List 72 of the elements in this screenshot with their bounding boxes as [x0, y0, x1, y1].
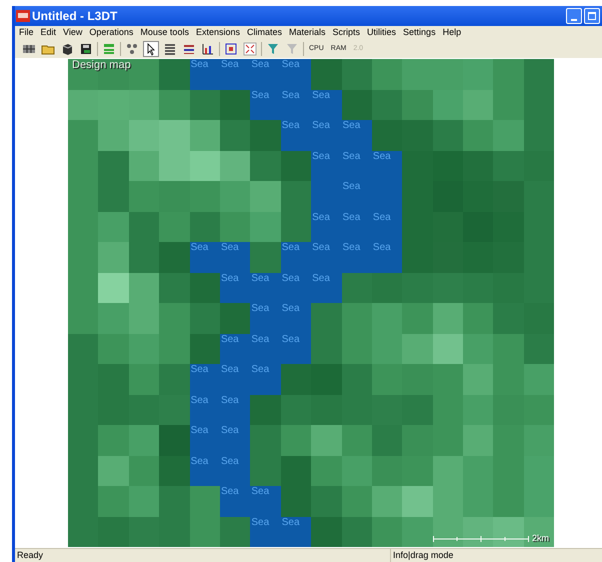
menu-item[interactable]: Scripts: [332, 26, 360, 40]
tile-label: Sea: [220, 272, 239, 284]
minimize-button[interactable]: [566, 8, 582, 24]
menu-item[interactable]: Operations: [89, 26, 134, 40]
funnel-icon[interactable]: [265, 41, 281, 57]
tile-label: Sea: [190, 394, 208, 406]
tile-label: Sea: [342, 212, 360, 224]
menu-item[interactable]: Materials: [289, 26, 326, 40]
tile-label: Sea: [342, 120, 360, 132]
tile-label: Sea: [251, 364, 270, 376]
tile-label: Sea: [312, 120, 330, 132]
tile-label: Sea: [282, 242, 300, 254]
mode-status: Info|drag mode: [390, 548, 454, 562]
chart-icon[interactable]: [200, 41, 216, 57]
disk-icon[interactable]: [78, 41, 94, 57]
tile-label: Sea: [220, 456, 239, 468]
tile-label: Sea: [251, 334, 270, 346]
tile-label: Sea: [342, 181, 360, 193]
tile-label: Sea: [312, 242, 330, 254]
menu-item[interactable]: File: [19, 26, 34, 40]
scale-label: 2km: [532, 532, 550, 545]
tile-label: Sea: [220, 364, 239, 376]
tile-label: Sea: [220, 486, 239, 498]
status-text: Ready: [16, 548, 44, 562]
menu-item[interactable]: Edit: [40, 26, 56, 40]
pointer-tool-button[interactable]: [143, 41, 159, 57]
menu-item[interactable]: Mouse tools: [140, 26, 189, 40]
tile-label: Sea: [282, 303, 300, 315]
tile-label: Sea: [282, 334, 300, 346]
zoom-region-icon[interactable]: [223, 41, 239, 57]
menu-item[interactable]: Settings: [403, 26, 436, 40]
tile-label: Sea: [251, 516, 270, 528]
tile-label: Sea: [251, 90, 270, 102]
app-icon: [16, 10, 30, 22]
menu-item[interactable]: View: [63, 26, 82, 40]
tile-label: Sea: [190, 242, 208, 254]
window-title: Untitled - L3DT: [32, 8, 118, 25]
tile-label: Sea: [372, 150, 391, 162]
tile-label: Sea: [312, 212, 330, 224]
tile-label: Sea: [220, 334, 239, 346]
maximize-button[interactable]: [584, 8, 600, 24]
tile-label: Sea: [282, 272, 300, 284]
tile-label: Sea: [190, 364, 208, 376]
map-title: Design map: [72, 59, 131, 72]
tile-label: Sea: [220, 425, 239, 437]
tile-label: Sea: [220, 242, 239, 254]
tile-label: Sea: [282, 59, 300, 71]
menu-item[interactable]: Help: [442, 26, 462, 40]
node-icon[interactable]: [124, 41, 140, 57]
tile-label: Sea: [372, 212, 391, 224]
tile-label: Sea: [342, 242, 360, 254]
tile-label: Sea: [251, 59, 270, 71]
tile-label: Sea: [251, 272, 270, 284]
tile-label: Sea: [190, 425, 208, 437]
fit-icon[interactable]: [242, 41, 258, 57]
tile-label: Sea: [282, 90, 300, 102]
tile-label: Sea: [312, 90, 330, 102]
tile-label: Sea: [251, 303, 270, 315]
tile-label: Sea: [342, 150, 360, 162]
tile-label: Sea: [312, 272, 330, 284]
tile-label: Sea: [190, 456, 208, 468]
tile-label: Sea: [372, 242, 391, 254]
menu-item[interactable]: Extensions: [196, 26, 240, 40]
tile-label: Sea: [312, 150, 330, 162]
menu-item[interactable]: Utilities: [367, 26, 396, 40]
tile-label: Sea: [220, 59, 239, 71]
menu-item[interactable]: Climates: [246, 26, 282, 40]
tile-label: Sea: [220, 394, 239, 406]
tile-label: Sea: [282, 120, 300, 132]
tile-label: Sea: [282, 516, 300, 528]
tile-label: Sea: [251, 486, 270, 498]
tile-label: Sea: [190, 59, 208, 71]
